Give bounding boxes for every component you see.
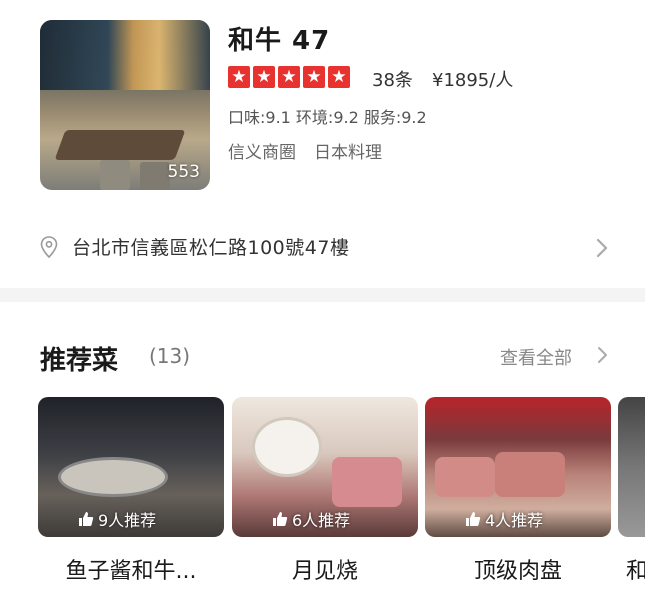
see-all-link[interactable]: 查看全部: [500, 344, 572, 370]
avg-price: ¥1895/人: [432, 70, 514, 91]
dish-photo-detail: [252, 417, 322, 477]
recommended-header: 推荐菜 (13) 查看全部: [0, 320, 645, 380]
recommended-count: (13): [149, 344, 191, 368]
sub-scores: 口味:9.1 环境:9.2 服务:9.2: [228, 108, 427, 127]
dish-card-1[interactable]: 9人推荐: [38, 397, 224, 537]
recommend-badge: 9人推荐: [78, 507, 156, 531]
area-tag[interactable]: 信义商圈: [228, 138, 296, 163]
location-pin-icon: [40, 236, 58, 258]
dish-photo-detail: [58, 457, 168, 497]
dish-photo-detail: [435, 457, 495, 497]
star-icon: ★: [303, 66, 325, 88]
recommend-count: 4人推荐: [485, 511, 544, 530]
shop-name: 和牛 47: [228, 26, 331, 56]
star-icon: ★: [253, 66, 275, 88]
dish-photo-detail: [495, 452, 565, 497]
dish-card-3[interactable]: 4人推荐: [425, 397, 611, 537]
star-icon: ★: [328, 66, 350, 88]
photo-chair-detail: [100, 160, 130, 190]
address-row[interactable]: 台北市信義區松仁路100號47樓: [0, 215, 645, 275]
thumbs-up-icon: [79, 512, 94, 526]
photo-table-detail: [54, 130, 186, 160]
shop-cover-photo[interactable]: 553: [40, 20, 210, 190]
shop-tags: 信义商圈 日本料理: [228, 138, 382, 163]
dish-name[interactable]: 和: [626, 553, 645, 585]
address-text: 台北市信義區松仁路100號47樓: [72, 237, 350, 259]
review-count[interactable]: 38条: [372, 66, 413, 92]
recommended-title: 推荐菜: [40, 346, 119, 376]
dish-name[interactable]: 鱼子酱和牛...: [38, 553, 224, 585]
recommend-badge: 4人推荐: [465, 507, 543, 531]
photo-window-detail: [40, 20, 210, 90]
dish-card-2[interactable]: 6人推荐: [232, 397, 418, 537]
cuisine-tag[interactable]: 日本料理: [314, 138, 382, 163]
dish-name[interactable]: 月见烧: [232, 553, 418, 585]
recommend-count: 9人推荐: [98, 511, 157, 530]
thumbs-up-icon: [273, 512, 288, 526]
star-rating: ★ ★ ★ ★ ★: [228, 66, 350, 88]
photo-count: 553: [167, 162, 200, 182]
section-divider: [0, 288, 645, 302]
star-icon: ★: [278, 66, 300, 88]
thumbs-up-icon: [466, 512, 481, 526]
dish-name[interactable]: 顶级肉盘: [425, 553, 611, 585]
dish-card-4[interactable]: [618, 397, 645, 537]
shop-card[interactable]: 553 和牛 47 ★ ★ ★ ★ ★ 38条 ¥1895/人 口味:9.1 环…: [0, 0, 645, 290]
photo-chair-detail: [140, 162, 170, 190]
chevron-right-icon[interactable]: [594, 237, 610, 259]
recommend-count: 6人推荐: [292, 511, 351, 530]
chevron-right-icon[interactable]: [596, 345, 610, 365]
star-icon: ★: [228, 66, 250, 88]
recommend-badge: 6人推荐: [272, 507, 350, 531]
dish-photo-detail: [332, 457, 402, 507]
